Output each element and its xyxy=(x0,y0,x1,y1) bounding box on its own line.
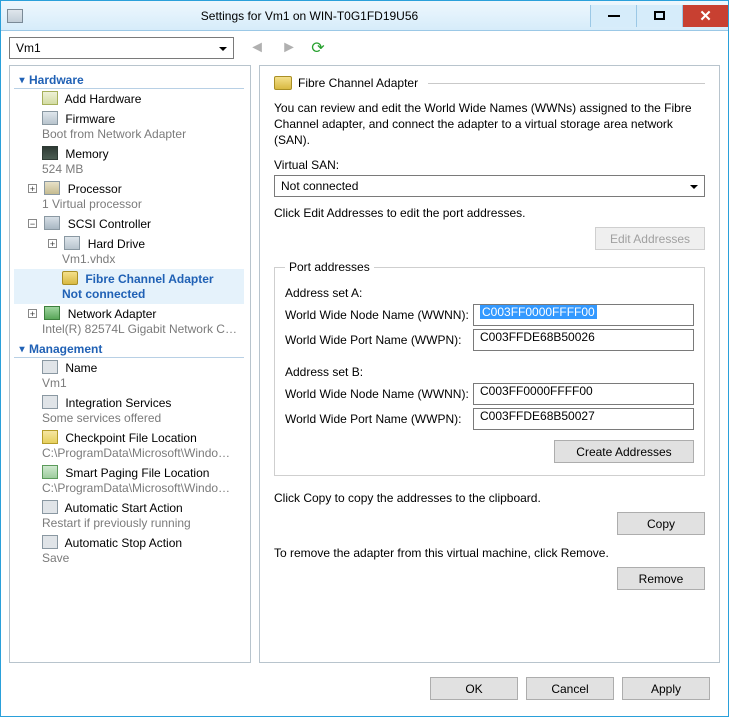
detail-pane: Fibre Channel Adapter You can review and… xyxy=(259,65,720,663)
tree-hard-drive[interactable]: + Hard Drive Vm1.vhdx xyxy=(14,234,244,269)
wwpn-a-label: World Wide Port Name (WWPN): xyxy=(285,333,473,347)
maximize-button[interactable] xyxy=(636,5,682,27)
port-addresses-group: Port addresses Address set A: World Wide… xyxy=(274,260,705,476)
add-hardware-icon xyxy=(42,91,58,105)
tree-checkpoint-location[interactable]: Checkpoint File Location C:\ProgramData\… xyxy=(14,428,244,463)
tree-smart-paging-location[interactable]: Smart Paging File Location C:\ProgramDat… xyxy=(14,463,244,498)
tree-auto-stop[interactable]: Automatic Stop Action Save xyxy=(14,533,244,568)
network-icon xyxy=(44,306,60,320)
tree-auto-start[interactable]: Automatic Start Action Restart if previo… xyxy=(14,498,244,533)
settings-window: Settings for Vm1 on WIN-T0G1FD19U56 ✕ Vm… xyxy=(0,0,729,717)
app-icon xyxy=(7,9,23,23)
nav-forward-button[interactable]: ► xyxy=(280,39,298,57)
address-set-a-label: Address set A: xyxy=(285,286,694,300)
checkpoint-icon xyxy=(42,430,58,444)
refresh-button[interactable]: ⟳ xyxy=(308,38,328,58)
wwpn-b-input[interactable]: C003FFDE68B50027 xyxy=(473,408,694,430)
window-title: Settings for Vm1 on WIN-T0G1FD19U56 xyxy=(29,9,590,23)
section-management-label: Management xyxy=(29,342,102,356)
wwnn-b-input[interactable]: C003FF0000FFFF00 xyxy=(473,383,694,405)
tree-memory[interactable]: Memory 524 MB xyxy=(14,144,244,179)
create-addresses-button[interactable]: Create Addresses xyxy=(554,440,694,463)
expand-icon[interactable]: + xyxy=(48,239,57,248)
integration-icon xyxy=(42,395,58,409)
chevron-down-icon: ▾ xyxy=(16,344,28,355)
scsi-icon xyxy=(44,216,60,230)
window-buttons: ✕ xyxy=(590,5,728,27)
ok-button[interactable]: OK xyxy=(430,677,518,700)
collapse-icon[interactable]: − xyxy=(28,219,37,228)
section-hardware[interactable]: ▾ Hardware xyxy=(14,70,244,89)
toolbar: Vm1 ◄ ► ⟳ xyxy=(1,31,728,65)
titlebar: Settings for Vm1 on WIN-T0G1FD19U56 ✕ xyxy=(1,1,728,31)
edit-addresses-hint: Click Edit Addresses to edit the port ad… xyxy=(274,205,705,221)
apply-button[interactable]: Apply xyxy=(622,677,710,700)
tree-add-hardware[interactable]: Add Hardware xyxy=(14,89,244,109)
wwpn-b-label: World Wide Port Name (WWPN): xyxy=(285,412,473,426)
wwpn-a-input[interactable]: C003FFDE68B50026 xyxy=(473,329,694,351)
tree-processor[interactable]: + Processor 1 Virtual processor xyxy=(14,179,244,214)
close-button[interactable]: ✕ xyxy=(682,5,728,27)
wwnn-b-label: World Wide Node Name (WWNN): xyxy=(285,387,473,401)
chevron-down-icon: ▾ xyxy=(16,75,28,86)
vm-selector[interactable]: Vm1 xyxy=(9,37,234,59)
tree-network-adapter[interactable]: + Network Adapter Intel(R) 82574L Gigabi… xyxy=(14,304,244,339)
firmware-icon xyxy=(42,111,58,125)
body: ▾ Hardware Add Hardware Firmware Boot fr… xyxy=(1,65,728,663)
section-hardware-label: Hardware xyxy=(29,73,84,87)
wwnn-a-label: World Wide Node Name (WWNN): xyxy=(285,308,473,322)
hard-drive-icon xyxy=(64,236,80,250)
remove-hint: To remove the adapter from this virtual … xyxy=(274,545,705,561)
fibre-channel-icon xyxy=(274,76,292,90)
processor-icon xyxy=(44,181,60,195)
nav-back-button[interactable]: ◄ xyxy=(248,39,266,57)
port-addresses-legend: Port addresses xyxy=(285,260,374,274)
virtual-san-label: Virtual SAN: xyxy=(274,158,705,172)
tree-name[interactable]: Name Vm1 xyxy=(14,358,244,393)
tree-scsi[interactable]: − SCSI Controller xyxy=(14,214,244,234)
memory-icon xyxy=(42,146,58,160)
pane-header: Fibre Channel Adapter xyxy=(274,76,705,90)
settings-tree[interactable]: ▾ Hardware Add Hardware Firmware Boot fr… xyxy=(9,65,251,663)
copy-hint: Click Copy to copy the addresses to the … xyxy=(274,490,705,506)
virtual-san-select[interactable]: Not connected xyxy=(274,175,705,197)
expand-icon[interactable]: + xyxy=(28,184,37,193)
minimize-button[interactable] xyxy=(590,5,636,27)
pane-title: Fibre Channel Adapter xyxy=(298,76,418,90)
dialog-footer: OK Cancel Apply xyxy=(1,663,728,716)
copy-button[interactable]: Copy xyxy=(617,512,705,535)
section-management[interactable]: ▾ Management xyxy=(14,339,244,358)
header-rule xyxy=(428,83,705,84)
auto-stop-icon xyxy=(42,535,58,549)
vm-selector-value: Vm1 xyxy=(16,41,41,55)
pane-description: You can review and edit the World Wide N… xyxy=(274,100,705,148)
edit-addresses-button[interactable]: Edit Addresses xyxy=(595,227,705,250)
wwnn-a-input[interactable]: C003FF0000FFFF00 xyxy=(473,304,694,326)
cancel-button[interactable]: Cancel xyxy=(526,677,614,700)
tree-fibre-channel-adapter[interactable]: Fibre Channel Adapter Not connected xyxy=(14,269,244,304)
tree-integration-services[interactable]: Integration Services Some services offer… xyxy=(14,393,244,428)
fibre-channel-icon xyxy=(62,271,78,285)
expand-icon[interactable]: + xyxy=(28,309,37,318)
address-set-b-label: Address set B: xyxy=(285,365,694,379)
name-icon xyxy=(42,360,58,374)
smart-paging-icon xyxy=(42,465,58,479)
tree-firmware[interactable]: Firmware Boot from Network Adapter xyxy=(14,109,244,144)
virtual-san-value: Not connected xyxy=(281,179,358,193)
remove-button[interactable]: Remove xyxy=(617,567,705,590)
auto-start-icon xyxy=(42,500,58,514)
